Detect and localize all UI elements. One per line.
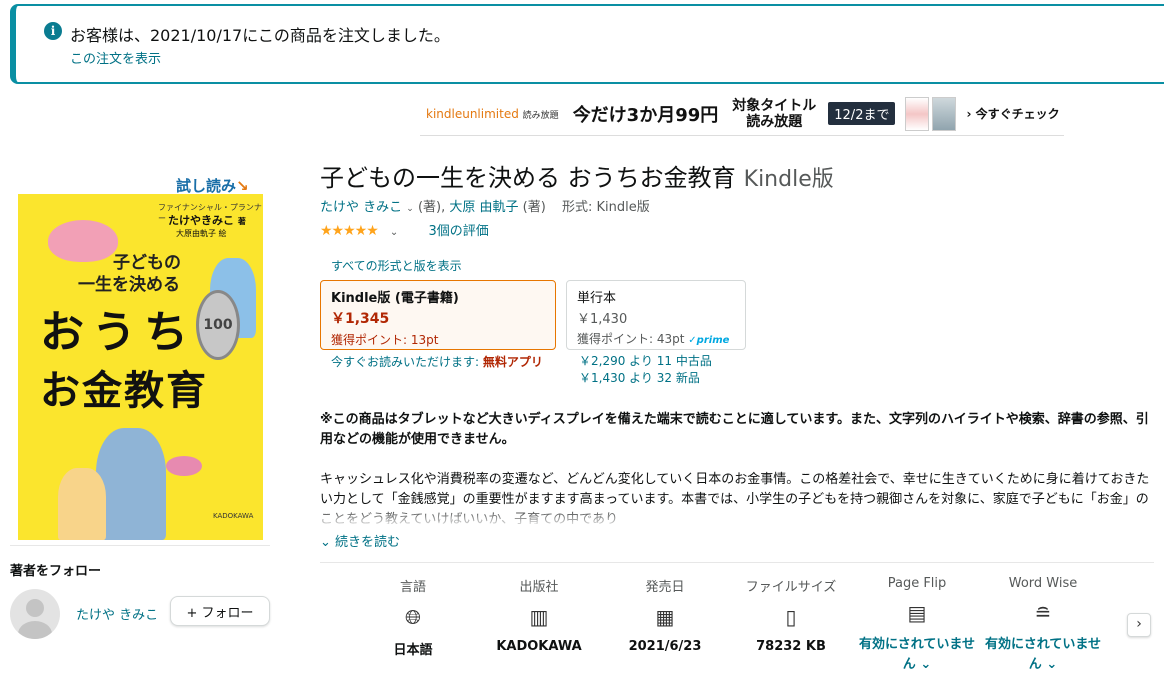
prime-badge-icon: ✓prime bbox=[688, 335, 730, 346]
format-price: ￥1,430 bbox=[577, 312, 628, 327]
all-formats-link[interactable]: すべての形式と版を表示 bbox=[331, 257, 462, 274]
format-points: 獲得ポイント: 43pt ✓prime bbox=[577, 332, 730, 346]
device-notice: ※この商品はタブレットなど大きいディスプレイを備えた端末で読むことに適しています… bbox=[320, 412, 1149, 447]
promo-deadline: 12/2まで bbox=[828, 102, 896, 125]
byline: たけや きみこ ⌄ (著), 大原 由軌子 (著) 形式: Kindle版 bbox=[320, 200, 650, 215]
promo-thumbnail bbox=[932, 96, 957, 131]
author-name-link[interactable]: たけや きみこ bbox=[76, 604, 158, 623]
cover-author: たけやきみこ 著 bbox=[168, 214, 246, 227]
offers: ￥2,290 より 11 中古品 ￥1,430 より 32 新品 bbox=[579, 353, 712, 387]
format-points: 獲得ポイント: 13pt bbox=[331, 333, 439, 347]
page-flip-status[interactable]: 有効にされていません ⌄ bbox=[854, 635, 980, 675]
description-fade bbox=[320, 506, 1150, 528]
order-notice-banner: i お客様は、2021/10/17にこの商品を注文しました。 この注文を表示 bbox=[10, 4, 1164, 84]
divider bbox=[320, 562, 1154, 563]
author-dropdown-icon[interactable]: ⌄ bbox=[406, 204, 414, 214]
kindle-unlimited-logo: kindleunlimited 読み放題 bbox=[426, 106, 559, 121]
format-option-tankobon[interactable]: 単行本 ￥1,430 獲得ポイント: 43pt ✓prime bbox=[566, 280, 746, 350]
follow-author-heading: 著者をフォロー bbox=[10, 564, 102, 579]
piggy-bank-illustration bbox=[48, 220, 118, 262]
product-details-carousel: 言語 🌐︎ 日本語 出版社 ▥ KADOKAWA 発売日 ▦ 2021/6/23… bbox=[350, 576, 1106, 675]
detail-language: 言語 🌐︎ 日本語 bbox=[350, 576, 476, 675]
word-wise-status[interactable]: 有効にされていません ⌄ bbox=[980, 635, 1106, 675]
star-rating[interactable]: ★★★★★ bbox=[320, 223, 379, 239]
used-offers-link[interactable]: ￥2,290 より 11 中古品 bbox=[579, 353, 712, 370]
carousel-next-button[interactable]: › bbox=[1127, 613, 1151, 637]
author-link[interactable]: たけや きみこ bbox=[320, 200, 402, 215]
product-format: Kindle版 bbox=[743, 167, 834, 192]
coin-illustration: 100 bbox=[196, 290, 240, 360]
cover-title-line: おうち bbox=[40, 307, 196, 358]
format-option-kindle[interactable]: Kindle版 (電子書籍) ￥1,345 獲得ポイント: 13pt bbox=[320, 280, 556, 350]
try-read-link[interactable]: 試し読み↘ bbox=[176, 175, 249, 196]
format-name: Kindle版 (電子書籍) bbox=[331, 291, 459, 306]
chevron-down-icon: ⌄ bbox=[320, 535, 331, 550]
cover-publisher: KADOKAWA bbox=[213, 512, 254, 520]
new-offers-link[interactable]: ￥1,430 より 32 新品 bbox=[579, 370, 712, 387]
rating-count-link[interactable]: 3個の評価 bbox=[428, 224, 488, 239]
author-link[interactable]: 大原 由軌子 bbox=[449, 200, 518, 215]
format-price: ￥1,345 bbox=[331, 311, 390, 327]
divider bbox=[10, 545, 270, 546]
book-cover-image[interactable]: ファイナンシャル・プランナー たけやきみこ 著 大原由軌子 絵 子どもの 一生を… bbox=[18, 194, 263, 540]
format-name: 単行本 bbox=[577, 291, 617, 306]
chevron-right-icon: › bbox=[1136, 616, 1142, 632]
piggy-bank-illustration bbox=[166, 456, 202, 476]
promo-headline: 今だけ3か月99円 bbox=[572, 104, 719, 126]
format-label: 形式: Kindle版 bbox=[561, 200, 650, 215]
file-icon: ▯ bbox=[785, 605, 797, 629]
calendar-icon: ▦ bbox=[655, 605, 675, 629]
detail-file-size: ファイルサイズ ▯ 78232 KB bbox=[728, 576, 854, 675]
mother-illustration bbox=[96, 428, 166, 540]
cover-title-line: お金教育 bbox=[40, 368, 208, 414]
rating-summary: ★★★★★ ⌄ 3個の評価 bbox=[320, 220, 489, 239]
globe-icon: 🌐︎ bbox=[405, 605, 421, 629]
detail-word-wise: Word Wise ≘ 有効にされていません ⌄ bbox=[980, 576, 1106, 675]
read-more-link[interactable]: ⌄ 続きを読む bbox=[320, 531, 400, 550]
kindle-unlimited-promo[interactable]: kindleunlimited 読み放題 今だけ3か月99円 対象タイトル 読み放… bbox=[420, 92, 1064, 136]
page-flip-icon: ▤ bbox=[907, 601, 927, 625]
chevron-down-icon[interactable]: ⌄ bbox=[390, 227, 398, 238]
promo-cta[interactable]: › 今すぐチェック bbox=[966, 105, 1059, 122]
child-illustration bbox=[58, 468, 106, 540]
info-icon: i bbox=[44, 22, 62, 40]
follow-button[interactable]: + フォロー bbox=[170, 596, 270, 626]
free-app-link[interactable]: 無料アプリ bbox=[483, 355, 543, 369]
view-order-link[interactable]: この注文を表示 bbox=[70, 48, 161, 67]
building-icon: ▥ bbox=[529, 605, 549, 629]
read-now-text: 今すぐお読みいただけます: 無料アプリ bbox=[331, 355, 543, 369]
promo-target: 対象タイトル 読み放題 bbox=[732, 97, 817, 130]
author-avatar[interactable] bbox=[10, 589, 60, 639]
detail-release-date: 発売日 ▦ 2021/6/23 bbox=[602, 576, 728, 675]
promo-thumbnails bbox=[905, 96, 957, 131]
cover-title-line: 一生を決める bbox=[78, 275, 180, 295]
order-notice-text: お客様は、2021/10/17にこの商品を注文しました。 bbox=[70, 26, 450, 45]
detail-publisher: 出版社 ▥ KADOKAWA bbox=[476, 576, 602, 675]
product-title: 子どもの一生を決める おうちお金教育 Kindle版 bbox=[320, 164, 834, 192]
promo-thumbnail bbox=[905, 96, 930, 131]
cover-illustrator: 大原由軌子 絵 bbox=[176, 229, 227, 238]
word-wise-icon: ≘ bbox=[1034, 601, 1052, 625]
detail-page-flip: Page Flip ▤ 有効にされていません ⌄ bbox=[854, 576, 980, 675]
